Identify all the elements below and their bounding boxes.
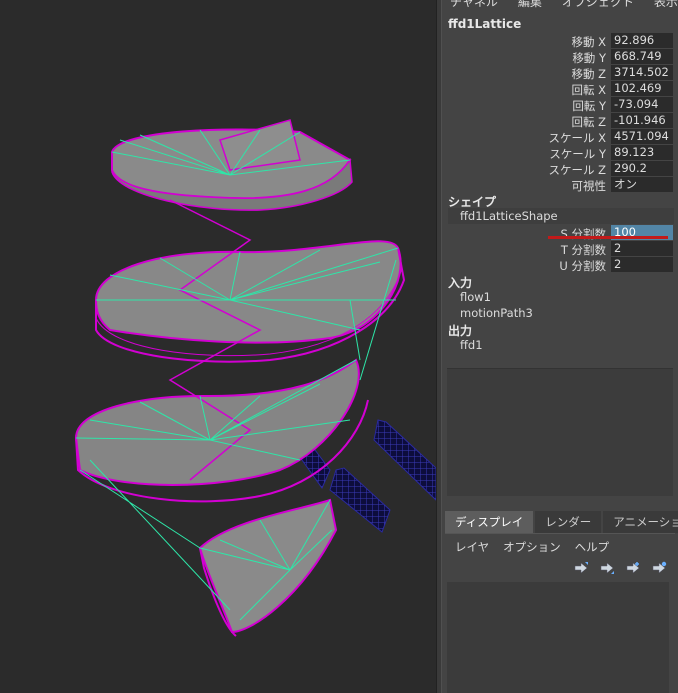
input-node-flow1[interactable]: flow1	[460, 290, 491, 304]
attr-label[interactable]: 回転 Y	[572, 98, 606, 114]
attr-row-translate-z[interactable]: 移動 Z 3714.502	[442, 65, 678, 81]
attr-label[interactable]: 移動 Y	[572, 50, 606, 66]
attr-label[interactable]: U 分割数	[559, 258, 606, 274]
attr-value-field[interactable]: 668.749	[611, 49, 673, 64]
layer-move-up-icon[interactable]	[573, 561, 591, 575]
channel-box: チャネル 編集 オブジェクト 表示 ffd1Lattice 移動 X 92.89…	[442, 0, 678, 693]
new-empty-layer-icon[interactable]	[625, 561, 643, 575]
attr-row-rotate-x[interactable]: 回転 X 102.469	[442, 81, 678, 97]
attr-label[interactable]: スケール Z	[548, 162, 606, 178]
attr-label[interactable]: 移動 Z	[571, 66, 606, 82]
menu-object[interactable]: オブジェクト	[562, 0, 634, 11]
menu-edit[interactable]: 編集	[518, 0, 542, 11]
attr-label[interactable]: スケール X	[548, 130, 606, 146]
attr-label[interactable]: 移動 X	[571, 34, 606, 50]
attr-row-scale-x[interactable]: スケール X 4571.094	[442, 129, 678, 145]
viewport-scene	[74, 119, 436, 637]
menu-options[interactable]: オプション	[503, 539, 561, 555]
red-underline-annotation	[548, 236, 668, 239]
attr-value-field[interactable]: 2	[611, 257, 673, 272]
attr-label[interactable]: スケール Y	[549, 146, 606, 162]
attr-row-u-divisions[interactable]: U 分割数 2	[442, 257, 678, 273]
new-layer-from-selection-icon[interactable]	[651, 561, 669, 575]
attr-value-field[interactable]: 2	[611, 241, 673, 256]
attr-row-translate-x[interactable]: 移動 X 92.896	[442, 33, 678, 49]
layer-list[interactable]	[447, 582, 669, 693]
inputs-section-header: 入力	[448, 276, 473, 290]
outputs-section-header: 出力	[448, 324, 473, 338]
attr-row-rotate-y[interactable]: 回転 Y -73.094	[442, 97, 678, 113]
attr-label[interactable]: 可視性	[572, 178, 607, 194]
layer-tabs: ディスプレイ レンダー アニメーション	[445, 511, 678, 533]
menu-layers[interactable]: レイヤ	[455, 539, 489, 555]
tab-animation[interactable]: アニメーション	[603, 511, 678, 533]
attr-label[interactable]: 回転 X	[571, 82, 606, 98]
layer-move-down-icon[interactable]	[599, 561, 617, 575]
menu-show[interactable]: 表示	[654, 0, 678, 11]
tab-display[interactable]: ディスプレイ	[445, 511, 534, 533]
attr-value-field[interactable]: 290.2	[611, 161, 673, 176]
attr-value-field[interactable]: 92.896	[611, 33, 673, 48]
menu-channels[interactable]: チャネル	[450, 0, 498, 11]
input-node-motionpath3[interactable]: motionPath3	[460, 306, 533, 320]
shape-node-name[interactable]: ffd1LatticeShape	[460, 209, 558, 223]
attr-row-visibility[interactable]: 可視性 オン	[442, 177, 678, 193]
spiral-stair-mesh	[74, 119, 406, 637]
layer-editor: ディスプレイ レンダー アニメーション レイヤ オプション ヘルプ	[442, 505, 678, 693]
attr-value-field[interactable]: 3714.502	[611, 65, 673, 80]
layer-toolbar	[573, 561, 669, 575]
tab-render[interactable]: レンダー	[535, 511, 602, 533]
attr-row-scale-y[interactable]: スケール Y 89.123	[442, 145, 678, 161]
attr-value-field[interactable]: 4571.094	[611, 129, 673, 144]
channel-box-menubar: チャネル 編集 オブジェクト 表示	[450, 0, 678, 11]
menu-help[interactable]: ヘルプ	[575, 539, 610, 555]
attr-row-rotate-z[interactable]: 回転 Z -101.946	[442, 113, 678, 129]
layer-menubar: レイヤ オプション ヘルプ	[455, 539, 609, 555]
output-node-ffd1[interactable]: ffd1	[460, 338, 483, 352]
attr-value-field[interactable]: -73.094	[611, 97, 673, 112]
attr-value-field[interactable]: オン	[611, 177, 673, 192]
attr-value-field[interactable]: 89.123	[611, 145, 673, 160]
attr-label[interactable]: S 分割数	[561, 226, 606, 242]
3d-viewport[interactable]	[0, 0, 436, 693]
attr-label[interactable]: T 分割数	[561, 242, 606, 258]
object-name[interactable]: ffd1Lattice	[448, 17, 521, 31]
attr-row-scale-z[interactable]: スケール Z 290.2	[442, 161, 678, 177]
attr-value-field[interactable]: -101.946	[611, 113, 673, 128]
attr-value-field[interactable]: 102.469	[611, 81, 673, 96]
layer-editor-body: レイヤ オプション ヘルプ	[445, 533, 675, 693]
channel-box-empty-area	[447, 368, 673, 496]
attr-row-translate-y[interactable]: 移動 Y 668.749	[442, 49, 678, 65]
attr-row-t-divisions[interactable]: T 分割数 2	[442, 241, 678, 257]
attr-label[interactable]: 回転 Z	[571, 114, 606, 130]
